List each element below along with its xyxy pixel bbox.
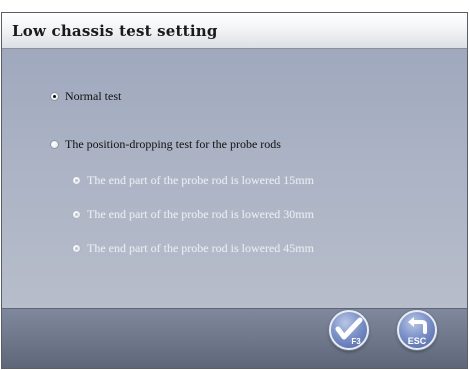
radio-lowered-30mm: The end part of the probe rod is lowered… xyxy=(72,207,314,222)
title-bar: Low chassis test setting xyxy=(2,13,467,49)
radio-button[interactable] xyxy=(50,140,59,149)
window-title: Low chassis test setting xyxy=(12,22,218,40)
radio-label-lowered-30mm: The end part of the probe rod is lowered… xyxy=(87,207,314,221)
radio-lowered-45mm: The end part of the probe rod is lowered… xyxy=(72,241,314,256)
confirm-f3-button[interactable]: F3 xyxy=(329,310,369,350)
test-settings-window: Low chassis test setting Normal test The… xyxy=(1,12,468,369)
radio-button-checked[interactable] xyxy=(50,92,59,101)
radio-label-position-dropping-test: The position-dropping test for the probe… xyxy=(65,137,281,151)
radio-label-lowered-15mm: The end part of the probe rod is lowered… xyxy=(87,173,314,187)
radio-position-dropping-test[interactable]: The position-dropping test for the probe… xyxy=(50,137,281,152)
f3-key-label: F3 xyxy=(351,337,361,346)
radio-button-disabled xyxy=(72,176,81,185)
escape-button[interactable]: ESC xyxy=(397,310,437,350)
radio-button-disabled xyxy=(72,210,81,219)
options-panel: Normal test The position-dropping test f… xyxy=(2,49,467,308)
radio-label-lowered-45mm: The end part of the probe rod is lowered… xyxy=(87,241,314,255)
radio-lowered-15mm: The end part of the probe rod is lowered… xyxy=(72,173,314,188)
esc-key-label: ESC xyxy=(407,336,427,346)
radio-label-normal-test: Normal test xyxy=(65,89,122,103)
bottom-toolbar xyxy=(2,308,467,368)
radio-button-disabled xyxy=(72,244,81,253)
radio-normal-test[interactable]: Normal test xyxy=(50,89,121,104)
